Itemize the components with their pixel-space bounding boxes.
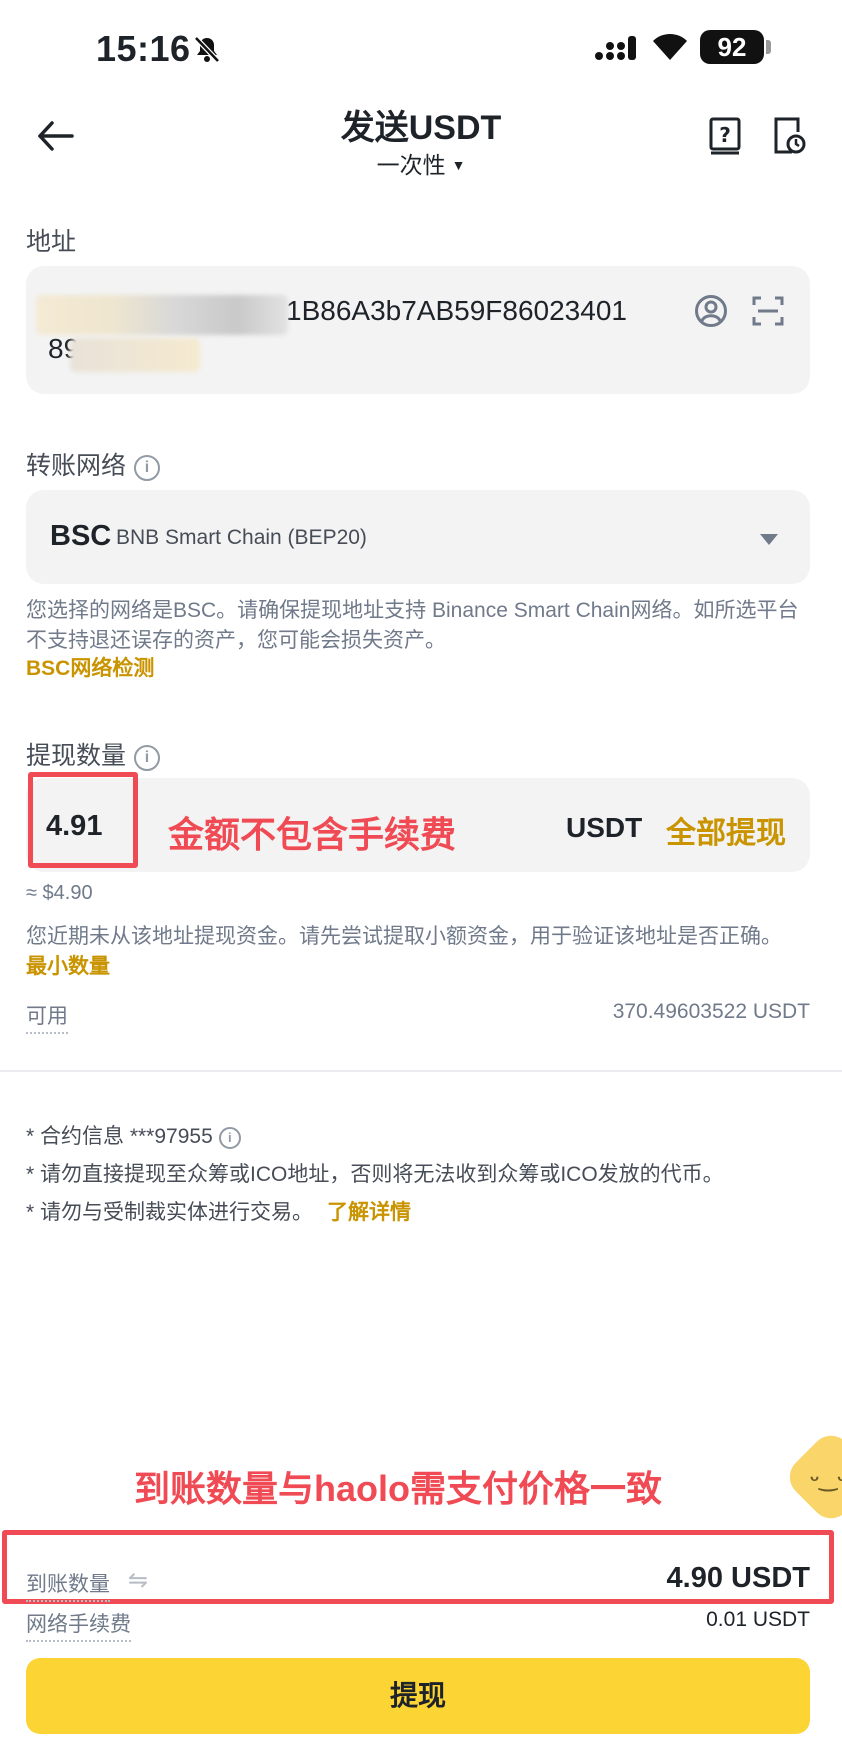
history-icon[interactable] xyxy=(772,116,806,156)
ico-warning: * 请勿直接提现至众筹或ICO地址，否则将无法收到众筹或ICO发放的代币。 xyxy=(26,1163,724,1186)
address-book-icon[interactable] xyxy=(694,294,728,328)
swap-arrows-icon[interactable]: ⇋ xyxy=(128,1566,148,1595)
sanctions-warning: * 请勿与受制裁实体进行交易。 xyxy=(26,1201,314,1224)
small-amount-advice-text: 您近期未从该地址提现资金。请先尝试提取小额资金，用于验证该地址是否正确。 xyxy=(26,925,782,948)
battery-tip xyxy=(766,40,771,54)
network-fee-value: 0.01 USDT xyxy=(706,1608,810,1631)
amount-label-row: 提现数量 i xyxy=(26,736,161,772)
available-label[interactable]: 可用 xyxy=(26,1000,68,1034)
address-label: 地址 xyxy=(26,228,77,256)
withdraw-all-button[interactable]: 全部提现 xyxy=(666,808,786,852)
signal-icon xyxy=(595,36,636,60)
receive-amount-value: 4.90 USDT xyxy=(666,1562,810,1594)
annotation-highlight-box xyxy=(28,772,138,868)
annotation-bottom-note: 到账数量与haolo需支付价格一致 xyxy=(134,1468,662,1509)
network-name: BNB Smart Chain (BEP20) xyxy=(116,526,367,549)
network-label-row: 转账网络 i xyxy=(26,446,161,482)
info-icon[interactable]: i xyxy=(134,455,161,481)
status-time: 15:16 xyxy=(96,28,191,69)
withdraw-submit-button[interactable]: 提现 xyxy=(26,1658,810,1734)
caret-down-icon: ▼ xyxy=(451,157,466,173)
contract-info: * 合约信息 ***97955 xyxy=(26,1125,213,1148)
info-icon[interactable]: i xyxy=(134,745,161,771)
help-guide-icon[interactable]: ? xyxy=(708,116,742,156)
sanctions-warning-row: * 请勿与受制裁实体进行交易。 了解详情 xyxy=(26,1196,411,1226)
battery-level: 92 xyxy=(700,30,764,64)
network-fee-label[interactable]: 网络手续费 xyxy=(26,1608,131,1642)
network-warning: 您选择的网络是BSC。请确保提现地址支持 Binance Smart Chain… xyxy=(26,599,799,652)
network-label: 转账网络 xyxy=(26,452,127,480)
info-icon[interactable]: i xyxy=(218,1127,241,1149)
section-divider xyxy=(0,1070,842,1072)
dropdown-triangle-icon xyxy=(760,534,778,545)
network-symbol: BSC xyxy=(50,520,112,552)
small-amount-advice: 您近期未从该地址提现资金。请先尝试提取小额资金，用于验证该地址是否正确。最小数量 xyxy=(26,922,786,982)
amount-usd-approx: ≈ $4.90 xyxy=(26,882,93,904)
amount-label: 提现数量 xyxy=(26,742,127,770)
contract-info-row: * 合约信息 ***97955 i xyxy=(26,1120,241,1150)
wifi-icon xyxy=(653,33,687,60)
available-balance: 370.49603522 USDT xyxy=(612,1000,810,1023)
address-redaction-2 xyxy=(70,338,200,372)
annotation-fee-note: 金额不包含手续费 xyxy=(168,814,457,855)
learn-more-link[interactable]: 了解详情 xyxy=(327,1201,411,1224)
smile-face-icon: ᵕ‿ᵕ xyxy=(810,1466,842,1491)
receive-amount-label[interactable]: 到账数量 xyxy=(26,1568,110,1602)
svg-text:?: ? xyxy=(719,123,731,147)
amount-unit: USDT xyxy=(566,812,643,843)
address-redaction xyxy=(36,295,288,335)
bell-muted-icon xyxy=(194,36,220,63)
scan-qr-icon[interactable] xyxy=(752,296,784,326)
bsc-network-check-link[interactable]: BSC网络检测 xyxy=(26,654,818,684)
withdraw-mode-label: 一次性 xyxy=(376,152,446,178)
minimum-amount-link[interactable]: 最小数量 xyxy=(26,955,110,978)
